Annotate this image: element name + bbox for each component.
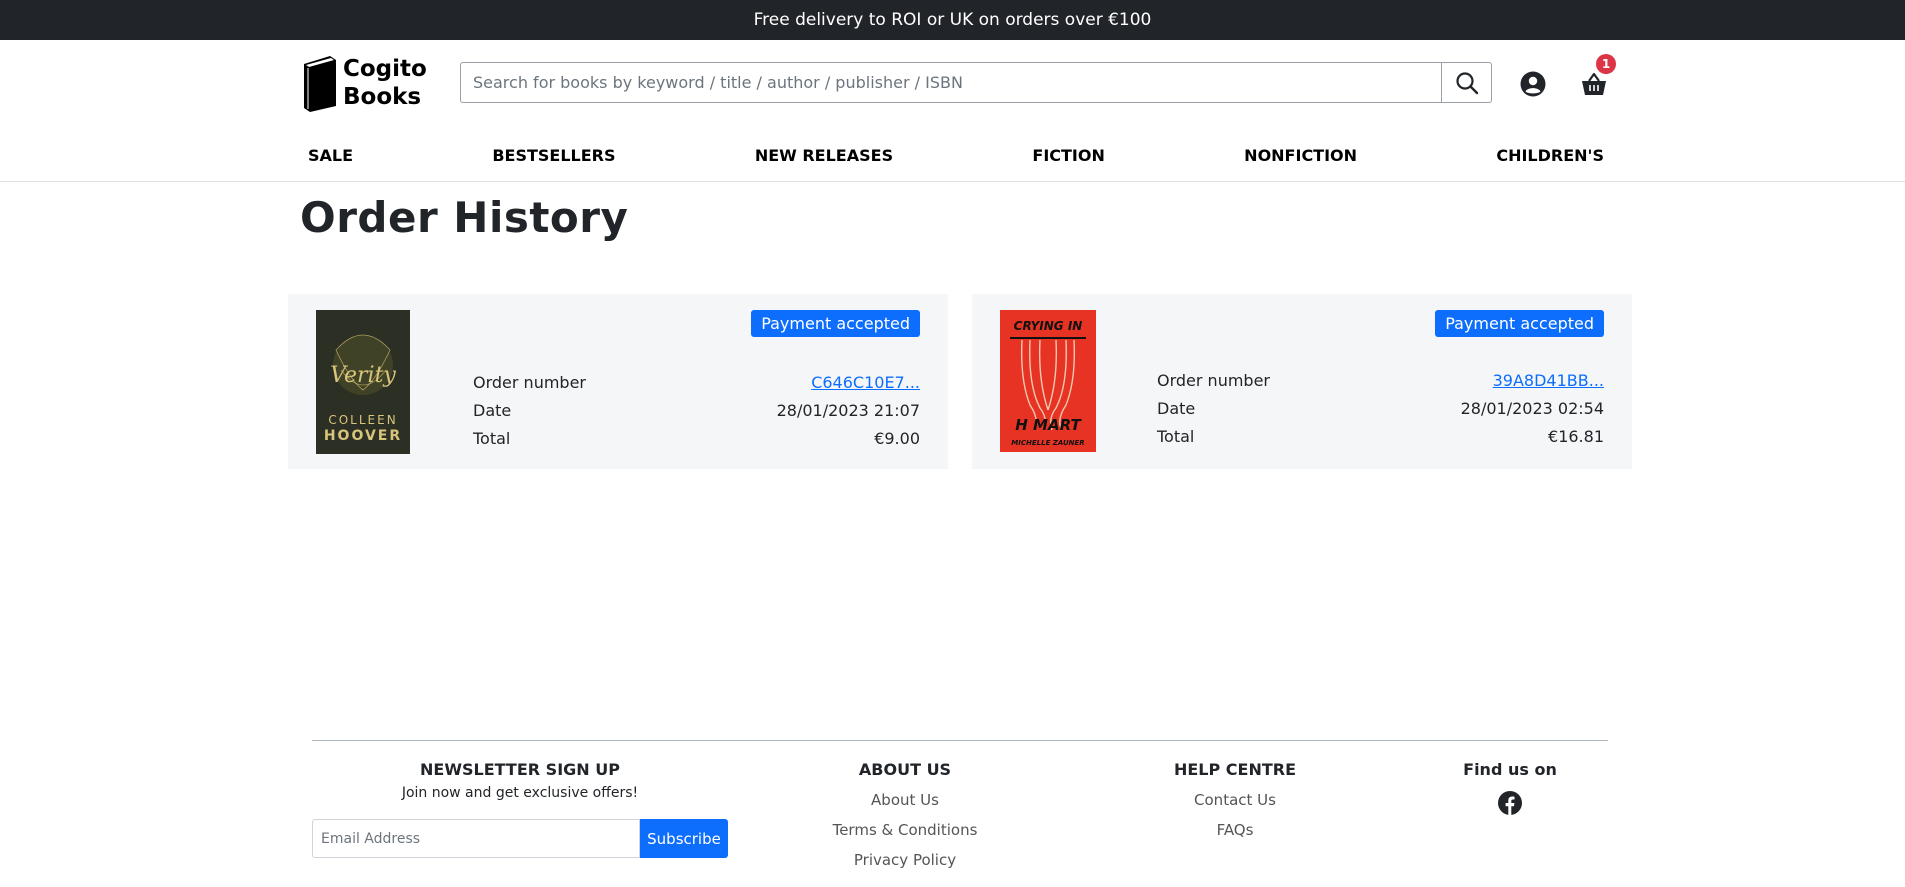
search-input[interactable] (460, 62, 1441, 103)
search-button[interactable] (1441, 62, 1492, 103)
order-card: CRYING IN H MART MICHELLE ZAUNER Payment… (972, 294, 1632, 469)
date-value: 28/01/2023 21:07 (776, 400, 920, 420)
total-label: Total (1157, 426, 1195, 446)
contact-us-link[interactable]: Contact Us (1130, 785, 1340, 815)
order-number-label: Order number (473, 372, 586, 392)
date-label: Date (1157, 398, 1196, 418)
total-value: €9.00 (874, 428, 920, 448)
cover-author-2: HOOVER (324, 428, 402, 444)
site-logo[interactable]: Cogito Books (300, 54, 427, 112)
book-cover-crying-in-h-mart[interactable]: CRYING IN H MART MICHELLE ZAUNER (1000, 310, 1096, 452)
about-section: ABOUT US About Us Terms & Conditions Pri… (800, 760, 1010, 875)
main-nav: SALE BESTSELLERS NEW RELEASES FICTION NO… (300, 140, 1612, 170)
date-label: Date (473, 400, 512, 420)
nav-childrens[interactable]: CHILDREN'S (1496, 146, 1604, 165)
status-badge: Payment accepted (1435, 310, 1604, 337)
nav-fiction[interactable]: FICTION (1032, 146, 1104, 165)
promo-text: Free delivery to ROI or UK on orders ove… (753, 10, 1152, 30)
faqs-link[interactable]: FAQs (1130, 815, 1340, 845)
nav-sale[interactable]: SALE (308, 146, 353, 165)
promo-banner: Free delivery to ROI or UK on orders ove… (0, 0, 1905, 40)
help-heading: HELP CENTRE (1173, 760, 1297, 779)
terms-link[interactable]: Terms & Conditions (800, 815, 1010, 845)
nav-nonfiction[interactable]: NONFICTION (1244, 146, 1357, 165)
cover-author-1: COLLEEN (328, 413, 397, 427)
order-date-row: Date 28/01/2023 02:54 (1157, 394, 1604, 422)
total-value: €16.81 (1548, 426, 1604, 446)
logo-line-2: Books (343, 84, 422, 110)
order-total-row: Total €16.81 (1157, 422, 1604, 450)
newsletter-heading: NEWSLETTER SIGN UP (420, 760, 620, 779)
order-number-link[interactable]: 39A8D41BB... (1493, 371, 1604, 390)
account-icon[interactable] (1519, 70, 1547, 98)
date-value: 28/01/2023 02:54 (1460, 398, 1604, 418)
privacy-link[interactable]: Privacy Policy (800, 845, 1010, 875)
newsletter-form: Subscribe (312, 819, 728, 858)
order-card: Verity COLLEEN HOOVER Payment accepted O… (288, 294, 948, 469)
page-title: Order History (300, 193, 629, 242)
order-number-label: Order number (1157, 370, 1270, 390)
cover-title: Verity (330, 363, 396, 388)
email-field[interactable] (312, 819, 640, 858)
logo-line-1: Cogito (343, 56, 427, 82)
cover-author: MICHELLE ZAUNER (1011, 439, 1084, 447)
social-section: Find us on (1430, 760, 1590, 815)
site-header: Cogito Books 1 SALE BESTSELL (0, 40, 1905, 182)
footer-divider (312, 740, 1608, 741)
newsletter-subtext: Join now and get exclusive offers! (401, 785, 639, 801)
facebook-icon[interactable] (1498, 791, 1522, 815)
total-label: Total (473, 428, 511, 448)
status-badge: Payment accepted (751, 310, 920, 337)
cart-icon[interactable] (1580, 70, 1608, 98)
nav-new-releases[interactable]: NEW RELEASES (755, 146, 893, 165)
order-date-row: Date 28/01/2023 21:07 (473, 396, 920, 424)
order-info: Order number 39A8D41BB... Date 28/01/202… (1157, 366, 1604, 450)
help-section: HELP CENTRE Contact Us FAQs (1130, 760, 1340, 845)
order-info: Order number C646C10E7... Date 28/01/202… (473, 368, 920, 452)
order-number-row: Order number C646C10E7... (473, 368, 920, 396)
order-number-row: Order number 39A8D41BB... (1157, 366, 1604, 394)
search-icon (1455, 71, 1478, 94)
social-heading: Find us on (1463, 760, 1557, 779)
subscribe-button[interactable]: Subscribe (640, 819, 728, 858)
book-cover-verity[interactable]: Verity COLLEEN HOOVER (316, 310, 410, 454)
about-heading: ABOUT US (858, 760, 952, 779)
cart-count-badge: 1 (1596, 54, 1616, 74)
cover-title-top: CRYING IN (1014, 319, 1083, 333)
about-us-link[interactable]: About Us (800, 785, 1010, 815)
nav-bestsellers[interactable]: BESTSELLERS (492, 146, 615, 165)
order-number-link[interactable]: C646C10E7... (811, 373, 920, 392)
logo-text: Cogito Books (343, 55, 427, 111)
order-total-row: Total €9.00 (473, 424, 920, 452)
book-logo-icon (300, 54, 340, 112)
newsletter-section: NEWSLETTER SIGN UP Join now and get excl… (312, 760, 728, 801)
cover-title-bottom: H MART (1015, 416, 1082, 434)
search-bar (460, 62, 1492, 103)
